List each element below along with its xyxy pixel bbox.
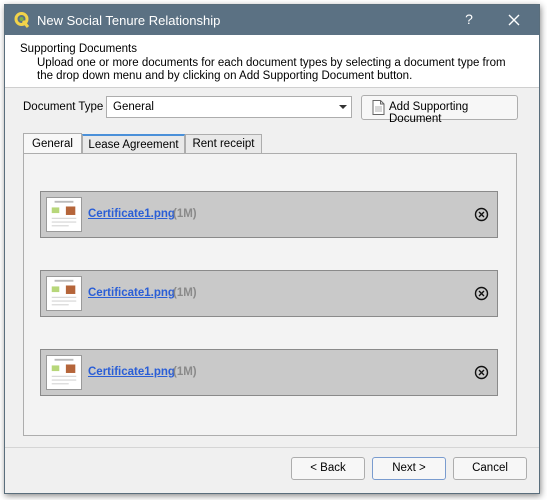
document-row: Certificate1.png (1M)	[40, 191, 498, 238]
add-supporting-document-button[interactable]: Add Supporting Document	[361, 95, 518, 125]
dialog-window: New Social Tenure Relationship ? Support…	[4, 4, 540, 494]
tab-lease-agreement[interactable]: Lease Agreement	[82, 134, 185, 154]
document-thumbnail[interactable]	[46, 355, 82, 390]
document-link[interactable]: Certificate1.png	[88, 366, 175, 378]
page-title: Supporting Documents	[20, 43, 137, 55]
document-size: (1M)	[173, 287, 197, 299]
document-type-value: General	[113, 101, 154, 113]
document-size: (1M)	[173, 208, 197, 220]
document-link[interactable]: Certificate1.png	[88, 208, 175, 220]
document-size: (1M)	[173, 366, 197, 378]
tab-rent-receipt[interactable]: Rent receipt	[185, 134, 262, 154]
document-thumbnail[interactable]	[46, 197, 82, 232]
wizard-header: Supporting Documents Upload one or more …	[5, 35, 539, 88]
help-button[interactable]: ?	[461, 11, 477, 27]
document-row: Certificate1.png (1M)	[40, 349, 498, 396]
page-description: Upload one or more documents for each do…	[37, 57, 506, 82]
tab-panel-general: Certificate1.png (1M) Certificate1.png (…	[23, 153, 517, 436]
chevron-down-icon[interactable]	[335, 97, 351, 117]
document-row: Certificate1.png (1M)	[40, 270, 498, 317]
document-link[interactable]: Certificate1.png	[88, 287, 175, 299]
back-button[interactable]: < Back	[291, 457, 365, 480]
cancel-button[interactable]: Cancel	[453, 457, 527, 480]
title-bar[interactable]: New Social Tenure Relationship ?	[5, 5, 539, 35]
document-thumbnail[interactable]	[46, 276, 82, 311]
document-type-label: Document Type	[23, 101, 104, 113]
remove-document-icon[interactable]	[474, 286, 489, 301]
add-supporting-document-label: Add Supporting Document	[389, 101, 469, 125]
document-icon	[372, 100, 385, 115]
tab-general[interactable]: General	[23, 133, 82, 154]
document-type-select[interactable]: General	[106, 96, 352, 118]
window-title: New Social Tenure Relationship	[37, 13, 221, 28]
remove-document-icon[interactable]	[474, 365, 489, 380]
qgis-icon	[14, 12, 30, 28]
footer-divider	[5, 447, 539, 448]
close-icon[interactable]	[503, 9, 525, 31]
next-button[interactable]: Next >	[372, 457, 446, 480]
remove-document-icon[interactable]	[474, 207, 489, 222]
